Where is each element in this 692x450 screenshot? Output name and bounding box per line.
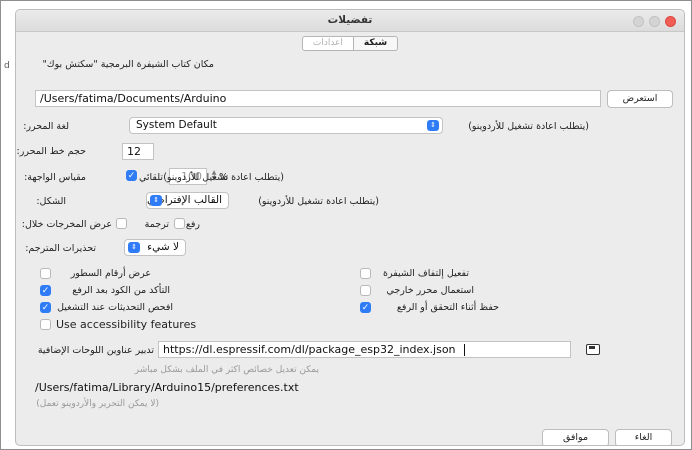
theme-label: الشكل:	[36, 196, 66, 207]
save-on-verify-label: حفظ أثناء التحقق أو الرفع	[396, 302, 499, 313]
verbose-output-label: عرض المخرجات خلال:	[21, 219, 112, 230]
tab-bar: اعدادات شبكة	[16, 36, 684, 51]
editor-language-restart-note: (يتطلب اعادة تشغيل للأردوينو)	[468, 121, 589, 132]
scale-restart-note: (يتطلب اعادة تشغيل للأردوينو)	[163, 172, 284, 183]
browse-button[interactable]: استعرض	[607, 90, 673, 108]
editor-language-label: لغة المحرر:	[23, 121, 69, 132]
window-title: تفضيلات	[327, 14, 373, 26]
compiler-warnings-value: لا شيء	[147, 241, 179, 253]
editor-language-value: System Default	[136, 119, 217, 131]
auto-scale-checkbox[interactable]: ✓	[126, 170, 137, 181]
tab-network[interactable]: شبكة	[353, 36, 399, 51]
external-editor-checkbox[interactable]	[360, 285, 371, 296]
preferences-file-path: /Users/fatima/Library/Arduino15/preferen…	[35, 381, 299, 394]
line-numbers-checkbox[interactable]	[40, 268, 51, 279]
compiler-warnings-label: تحذيرات المترجم:	[25, 243, 96, 254]
verbose-upload-checkbox[interactable]	[174, 218, 185, 229]
external-editor-label: استعمال محرر خارجي	[386, 285, 474, 296]
screenshot-frame: d تفضيلات اعدادات شبكة مكان كتاب الشيفرة…	[0, 0, 692, 450]
board-urls-label: تدبير عناوين اللوحات الإضافية	[37, 345, 154, 356]
verify-after-upload-label: التأكد من الكود بعد الرفع	[72, 285, 170, 296]
theme-select[interactable]: ⇕ القالب الإفتراضي	[146, 192, 229, 209]
verbose-compile-checkbox[interactable]	[116, 218, 127, 229]
accessibility-checkbox[interactable]	[40, 319, 51, 330]
code-folding-checkbox[interactable]	[360, 268, 371, 279]
line-numbers-label: عرض أرقام السطور	[70, 268, 151, 279]
edit-restriction-note: (لا يمكن التحرير والأردوينو تعمل)	[36, 399, 159, 409]
chevron-updown-icon: ⇕	[128, 242, 140, 253]
compiler-warnings-select[interactable]: ⇕ لا شيء	[124, 239, 186, 256]
verify-after-upload-checkbox[interactable]: ✓	[40, 285, 51, 296]
tab-settings[interactable]: اعدادات	[301, 36, 354, 51]
sketchbook-location-label: مكان كتاب الشيفرة البرمجية "سكتش بوك"	[42, 59, 214, 70]
chevron-updown-icon: ⇕	[427, 120, 439, 131]
title-bar[interactable]: تفضيلات	[16, 10, 684, 32]
cancel-button[interactable]: الغاء	[615, 429, 672, 445]
chevron-updown-icon: ⇕	[150, 195, 162, 206]
zoom-button[interactable]	[649, 16, 660, 27]
open-urls-window-icon[interactable]	[586, 344, 600, 355]
verbose-upload-label: رفع	[185, 219, 200, 230]
verbose-compile-label: ترجمة	[144, 219, 169, 230]
editor-language-select[interactable]: System Default ⇕	[129, 117, 443, 134]
background-glyph: d	[4, 61, 10, 71]
window-controls	[633, 16, 676, 27]
board-urls-field[interactable]: https://dl.espressif.com/dl/package_esp3…	[158, 341, 571, 358]
save-on-verify-checkbox[interactable]: ✓	[360, 302, 371, 313]
ok-button[interactable]: موافق	[542, 429, 609, 445]
auto-scale-label: تلقائي	[138, 172, 163, 183]
check-updates-label: افحص التحديثات عند التشغيل	[57, 302, 173, 313]
text-cursor	[463, 344, 465, 356]
preferences-window: تفضيلات اعدادات شبكة مكان كتاب الشيفرة ا…	[15, 9, 685, 446]
more-preferences-note: يمكن تعديل خصائص اكثر في الملف بشكل مباش…	[134, 365, 319, 375]
interface-scale-label: مقياس الواجهة:	[24, 172, 86, 183]
font-size-field[interactable]: 12	[122, 143, 154, 160]
code-folding-label: تفعيل إلتفاف الشيفرة	[383, 268, 469, 279]
check-updates-checkbox[interactable]: ✓	[40, 302, 51, 313]
close-button[interactable]	[665, 16, 676, 27]
theme-restart-note: (يتطلب اعادة تشغيل للأردوينو)	[258, 196, 379, 207]
board-urls-value: https://dl.espressif.com/dl/package_esp3…	[163, 343, 456, 356]
font-size-label: حجم خط المحرر:	[16, 146, 86, 157]
sketchbook-path-field[interactable]: /Users/fatima/Documents/Arduino	[35, 90, 601, 107]
minimize-button[interactable]	[633, 16, 644, 27]
accessibility-label: Use accessibility features	[56, 318, 197, 331]
